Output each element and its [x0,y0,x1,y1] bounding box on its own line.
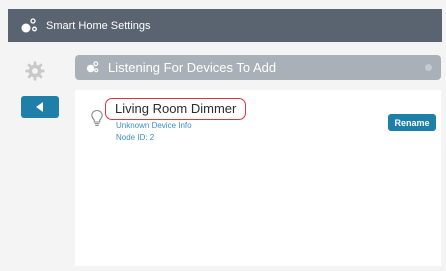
devices-logo-icon [18,15,40,37]
app-title: Smart Home Settings [46,19,151,32]
title-bar: Smart Home Settings [8,9,442,42]
lightbulb-icon [91,109,103,127]
listening-status-bar: Listening For Devices To Add [75,55,441,80]
device-search-icon [84,60,100,76]
back-button[interactable] [21,96,59,118]
node-id-text: Node ID: 2 [116,133,155,142]
device-panel: Living Room Dimmer Unknown Device Info N… [75,90,441,266]
listening-status-text: Listening For Devices To Add [108,60,277,75]
rename-button[interactable]: Rename [388,114,436,131]
back-arrow-icon [36,102,43,112]
device-info-text: Unknown Device Info [116,121,192,130]
device-name[interactable]: Living Room Dimmer [105,98,247,120]
gear-icon[interactable] [22,58,48,84]
status-indicator [425,64,432,71]
